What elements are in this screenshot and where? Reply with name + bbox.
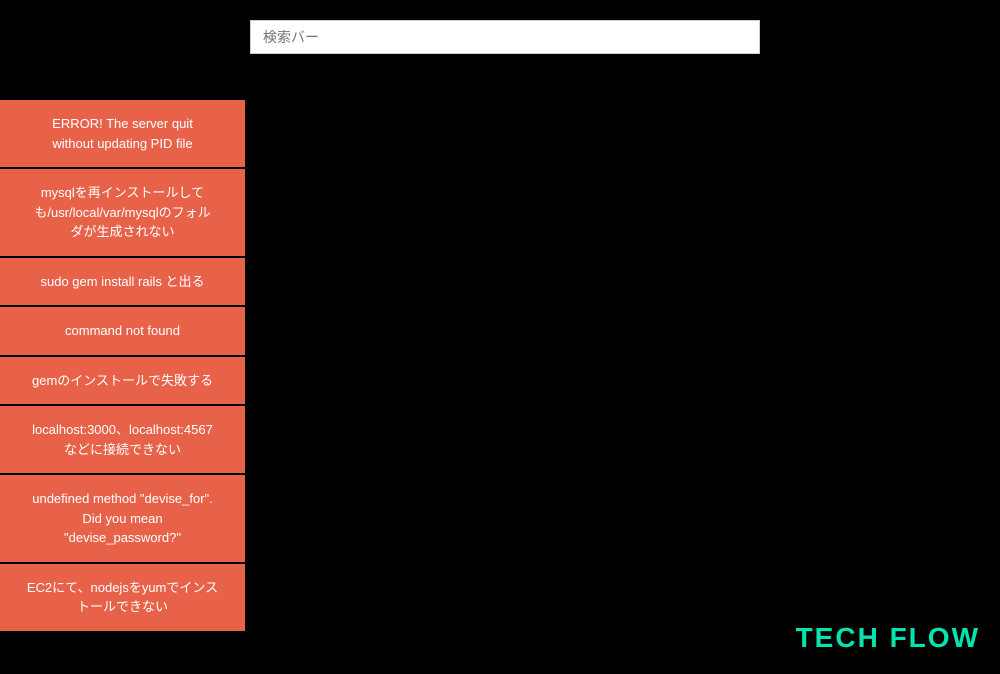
- search-input[interactable]: [250, 20, 760, 54]
- sidebar-item-4[interactable]: gemのインストールで失敗する: [0, 357, 245, 407]
- search-bar-container: [250, 20, 760, 54]
- sidebar-item-2[interactable]: sudo gem install rails と出る: [0, 258, 245, 308]
- sidebar-item-0[interactable]: ERROR! The server quitwithout updating P…: [0, 100, 245, 169]
- brand-label: TECH FLOW: [796, 622, 980, 654]
- sidebar-item-3[interactable]: command not found: [0, 307, 245, 357]
- sidebar-item-7[interactable]: EC2にて、nodejsをyumでインストールできない: [0, 564, 245, 633]
- sidebar-item-5[interactable]: localhost:3000、localhost:4567などに接続できない: [0, 406, 245, 475]
- sidebar-item-1[interactable]: mysqlを再インストールしても/usr/local/var/mysqlのフォル…: [0, 169, 245, 258]
- sidebar-item-6[interactable]: undefined method "devise_for".Did you me…: [0, 475, 245, 564]
- sidebar: ERROR! The server quitwithout updating P…: [0, 100, 245, 633]
